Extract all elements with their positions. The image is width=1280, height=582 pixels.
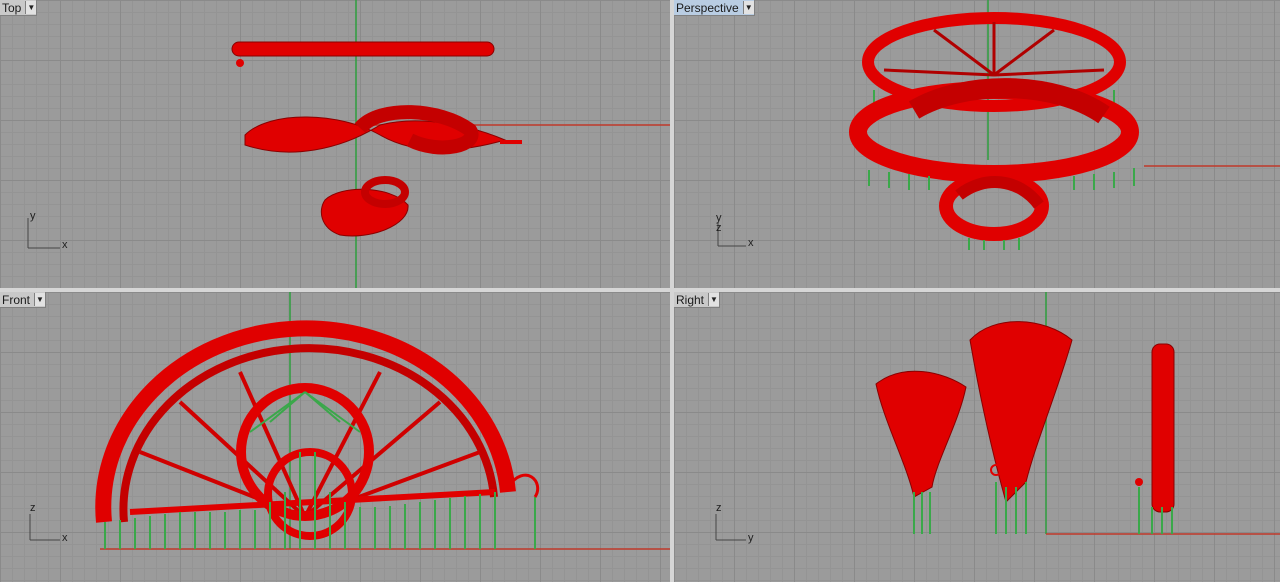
top-axis-x-label: x: [62, 239, 68, 251]
viewport-right[interactable]: Right ▼ z y: [674, 292, 1280, 582]
viewport-right-title: Right: [676, 292, 705, 307]
right-bracelet: [1151, 343, 1175, 513]
viewport-top-title: Top: [2, 0, 22, 15]
right-scene: [875, 292, 1280, 535]
triangle-down-icon[interactable]: ▼: [708, 293, 720, 306]
viewport-top-label[interactable]: Top ▼: [0, 0, 38, 16]
triangle-down-icon[interactable]: ▼: [25, 1, 37, 14]
viewport-front[interactable]: Front ▼ z x: [0, 292, 670, 582]
top-axis-y-label: y: [30, 210, 36, 222]
perspective-axis-icon: y z x: [712, 212, 762, 257]
perspective-scene: [849, 0, 1280, 250]
front-axis-x-label: x: [62, 532, 68, 544]
viewport-perspective[interactable]: Perspective ▼ y z x: [674, 0, 1280, 288]
viewport-right-label[interactable]: Right ▼: [674, 292, 721, 308]
top-axis-icon: y x: [26, 210, 76, 257]
perspective-axis-x-label: x: [748, 237, 754, 249]
right-ring-small: [875, 370, 967, 498]
viewport-top[interactable]: Top ▼ y x: [0, 0, 670, 288]
front-scene: [95, 292, 670, 550]
right-axis-z-label: z: [716, 502, 722, 514]
right-axis-icon: z y: [712, 502, 762, 549]
viewport-perspective-label[interactable]: Perspective ▼: [674, 0, 755, 16]
viewport-layout: Top ▼ y x Perspective ▼ y z x Front ▼ z …: [0, 0, 1280, 582]
viewport-perspective-title: Perspective: [676, 0, 739, 15]
front-axis-z-label: z: [30, 502, 36, 514]
perspective-axis-z-label: z: [716, 222, 722, 234]
right-ring-large: [969, 321, 1073, 503]
top-scene: [231, 0, 670, 288]
viewport-front-label[interactable]: Front ▼: [0, 292, 47, 308]
viewport-front-title: Front: [2, 292, 31, 307]
front-axis-icon: z x: [26, 502, 76, 549]
triangle-down-icon[interactable]: ▼: [742, 1, 754, 14]
triangle-down-icon[interactable]: ▼: [34, 293, 46, 306]
right-axis-y-label: y: [748, 532, 754, 544]
top-bracelet: [231, 41, 495, 57]
